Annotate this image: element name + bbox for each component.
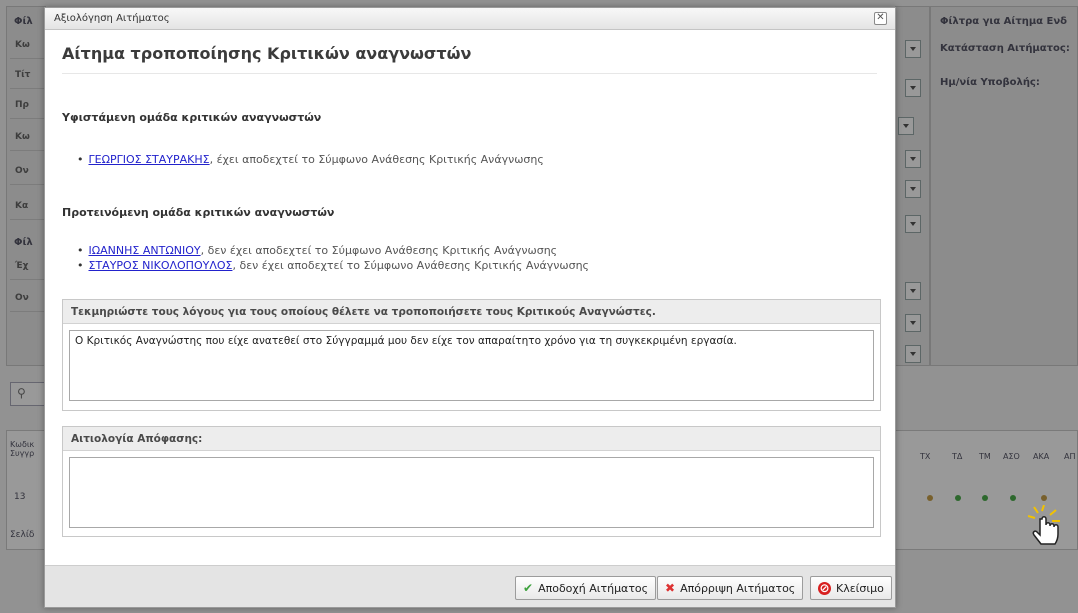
dialog-content: Αίτημα τροποποίησης Κριτικών αναγνωστών … (45, 30, 895, 566)
reader-status: , δεν έχει αποδεχτεί το Σύμφωνο Ανάθεσης… (232, 259, 590, 272)
reader-status: , έχει αποδεχτεί το Σύμφωνο Ανάθεσης Κρι… (209, 153, 544, 166)
existing-readers-title: Υφιστάμενη ομάδα κριτικών αναγνωστών (62, 111, 322, 124)
accept-label: Αποδοχή Αιτήματος (538, 581, 649, 595)
dialog-window-title: Αξιολόγηση Αιτήματος (54, 13, 170, 24)
dialog-titlebar[interactable]: Αξιολόγηση Αιτήματος ✕ (45, 8, 895, 30)
evaluation-dialog: Αξιολόγηση Αιτήματος ✕ Αίτημα τροποποίησ… (44, 7, 896, 608)
bullet-icon: • (77, 244, 84, 257)
reader-link[interactable]: ΓΕΩΡΓΙΟΣ ΣΤΑΥΡΑΚΗΣ (89, 153, 210, 166)
reject-label: Απόρριψη Αιτήματος (680, 581, 796, 595)
hand-cursor-icon (1028, 505, 1060, 545)
bullet-icon: • (77, 259, 84, 272)
list-item: • ΣΤΑΥΡΟΣ ΝΙΚΟΛΟΠΟΥΛΟΣ, δεν έχει αποδεχτε… (77, 259, 589, 272)
list-item: • ΓΕΩΡΓΙΟΣ ΣΤΑΥΡΑΚΗΣ, έχει αποδεχτεί το Σ… (77, 153, 544, 166)
reason-fieldset: Τεκμηριώστε τους λόγους για τους οποίους… (62, 299, 881, 411)
page-title: Αίτημα τροποποίησης Κριτικών αναγνωστών (62, 44, 877, 74)
close-label: Κλείσιμο (836, 581, 884, 595)
check-icon: ✔ (523, 581, 534, 595)
stop-icon: ⊘ (818, 580, 831, 595)
reject-button[interactable]: ✖ Απόρριψη Αιτήματος (657, 576, 804, 600)
decision-fieldset: Αιτιολογία Απόφασης: (62, 426, 881, 537)
dialog-footer: ✔ Αποδοχή Αιτήματος ✖ Απόρριψη Αιτήματος ⊘… (45, 565, 895, 607)
reason-label: Τεκμηριώστε τους λόγους για τους οποίους… (63, 300, 880, 324)
bullet-icon: • (77, 153, 84, 166)
close-icon[interactable]: ✕ (874, 12, 887, 25)
decision-textarea[interactable] (69, 457, 874, 528)
proposed-readers-title: Προτεινόμενη ομάδα κριτικών αναγνωστών (62, 206, 335, 219)
list-item: • ΙΩΑΝΝΗΣ ΑΝΤΩΝΙΟΥ, δεν έχει αποδεχτεί το… (77, 244, 557, 257)
accept-button[interactable]: ✔ Αποδοχή Αιτήματος (515, 576, 657, 600)
reader-status: , δεν έχει αποδεχτεί το Σύμφωνο Ανάθεσης… (200, 244, 558, 257)
reason-textarea[interactable]: Ο Κριτικός Αναγνώστης που είχε ανατεθεί … (69, 330, 874, 401)
close-button[interactable]: ⊘ Κλείσιμο (810, 576, 892, 600)
cross-icon: ✖ (665, 581, 676, 595)
decision-label: Αιτιολογία Απόφασης: (63, 427, 880, 451)
reader-link[interactable]: ΙΩΑΝΝΗΣ ΑΝΤΩΝΙΟΥ (89, 244, 201, 257)
reader-link[interactable]: ΣΤΑΥΡΟΣ ΝΙΚΟΛΟΠΟΥΛΟΣ (89, 259, 233, 272)
